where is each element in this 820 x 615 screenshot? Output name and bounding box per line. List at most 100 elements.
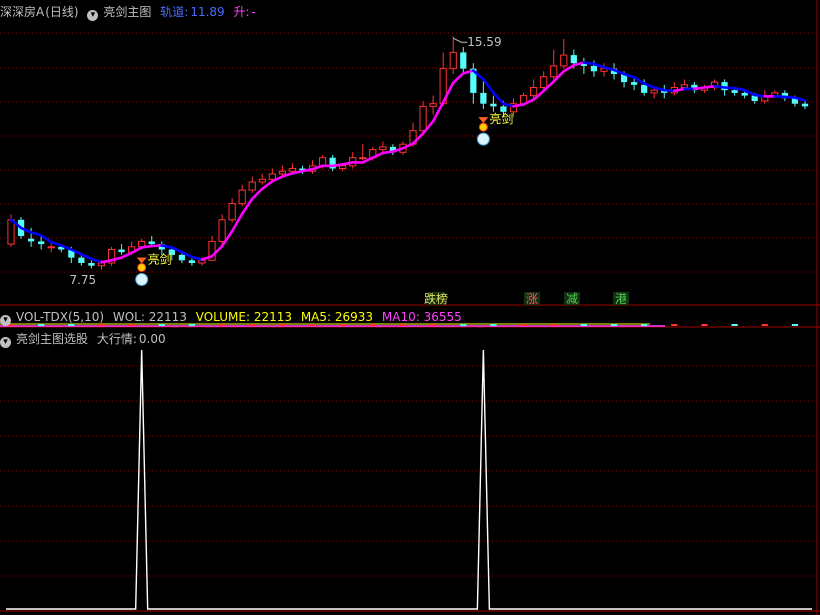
volume-bar — [610, 324, 618, 326]
candle-body — [500, 106, 507, 112]
bottom-tag: 涨 — [526, 291, 538, 306]
ma5-value: MA5: 26933 — [300, 310, 374, 324]
period-label: (日线) — [45, 5, 79, 19]
chart-canvas: 15.597.75亮剑亮剑跌榜涨减港 — [0, 0, 820, 615]
trend-segment — [90, 257, 103, 264]
candle-body — [218, 219, 226, 242]
candle-body — [429, 103, 437, 107]
sword-signal-icon — [476, 117, 490, 146]
signal-panel — [6, 349, 812, 610]
sword-signal-icon — [478, 117, 489, 124]
bottom-tag: 港 — [615, 292, 627, 306]
trend-segment — [331, 163, 344, 168]
trend-segment — [693, 86, 706, 91]
circle-dropdown-icon[interactable]: ▾ — [0, 315, 11, 326]
candle-body — [47, 246, 55, 249]
main-chart-header: 深深房A(日线) ▾ 亮剑主图 轨道: 11.89 升: - — [0, 4, 261, 21]
trend-segment — [49, 240, 63, 247]
bottom-tag: 跌榜 — [424, 291, 448, 306]
trend-segment — [482, 78, 495, 95]
high-annotation: 15.59 — [467, 35, 501, 49]
trend-segment — [753, 93, 767, 98]
signal-markers: 15.597.75亮剑亮剑跌榜涨减港 — [69, 35, 629, 306]
candle-body — [540, 76, 548, 88]
trend-segment — [703, 84, 716, 89]
indicator-name: 亮剑主图 — [103, 5, 152, 19]
candle-body — [590, 65, 598, 72]
wol-value: WOL: 22113 — [112, 310, 187, 324]
volume-bar — [520, 324, 527, 326]
track-label: 轨道: — [160, 5, 189, 19]
trend-segment — [381, 150, 395, 155]
signal-title: 亮剑主图选股 — [16, 332, 89, 346]
sword-signal-icon — [137, 263, 147, 272]
candle-body — [480, 92, 487, 104]
market-value: 0.00 — [138, 332, 166, 346]
trend-segment — [150, 244, 164, 248]
ball-marker-icon — [135, 273, 149, 286]
volume-bar — [731, 324, 738, 326]
candle-body — [7, 219, 15, 245]
volume-bar — [580, 324, 587, 326]
volume-bar — [550, 324, 557, 326]
candle-body — [248, 181, 256, 191]
candle-body — [228, 203, 236, 221]
circle-dropdown-icon[interactable]: ▾ — [0, 337, 11, 348]
volume-bar — [641, 324, 648, 326]
trend-segment — [451, 72, 465, 85]
sword-signal-icon — [135, 257, 149, 286]
candle-body — [801, 103, 809, 107]
candle-body — [449, 51, 457, 70]
candle-body — [741, 92, 748, 96]
volume-bar — [791, 324, 799, 326]
trend-segment — [29, 231, 43, 237]
candle-body — [731, 90, 738, 93]
low-annotation: 7.75 — [69, 273, 96, 287]
trend-segment — [662, 88, 676, 93]
grid-layer — [0, 0, 820, 615]
trend-line — [9, 61, 807, 264]
candle-body — [631, 82, 638, 85]
candle-body — [530, 87, 538, 97]
sword-signal-icon — [478, 122, 488, 132]
candle-body — [268, 173, 276, 180]
candle-body — [379, 146, 387, 151]
candle-body — [650, 89, 658, 94]
candle-body — [460, 52, 467, 69]
volume-title: VOL-TDX(5,10) — [16, 310, 105, 324]
candle-body — [188, 260, 196, 263]
signal-label: 亮剑 — [489, 111, 513, 126]
stock-name: 深深房A — [0, 5, 45, 19]
candle-body — [359, 157, 367, 160]
volume-bar — [490, 324, 497, 326]
sword-signal-icon — [136, 257, 147, 264]
rise-value: - — [251, 5, 256, 19]
trend-segment — [723, 86, 736, 90]
rise-label: 升: — [233, 5, 250, 19]
trend-segment — [120, 251, 133, 259]
trend-segment — [190, 255, 204, 261]
trend-segment — [492, 91, 505, 105]
candle-body — [88, 263, 95, 266]
candle-body — [258, 178, 266, 183]
circle-dropdown-icon[interactable]: ▾ — [87, 10, 99, 21]
bottom-tag: 减 — [566, 292, 578, 306]
candle-body — [570, 55, 577, 64]
candle-body — [38, 241, 45, 245]
ball-marker-icon — [476, 132, 490, 146]
candle-body — [118, 249, 125, 253]
volume-bar — [701, 324, 708, 326]
trend-segment — [783, 95, 797, 99]
volume-bar — [671, 324, 678, 326]
candle-body — [278, 170, 286, 175]
candle-body — [178, 254, 185, 261]
trend-segment — [713, 84, 726, 89]
signal-line — [6, 349, 812, 610]
candlestick-series — [7, 36, 809, 270]
volume-header: ▾ VOL-TDX(5,10) WOL: 22113 VOLUME: 22113 … — [0, 309, 467, 326]
volume-value: VOLUME: 22113 — [195, 310, 292, 324]
candle-body — [560, 54, 568, 67]
market-label: 大行情: — [96, 332, 137, 346]
candle-body — [288, 168, 297, 172]
trend-segment — [39, 234, 53, 244]
